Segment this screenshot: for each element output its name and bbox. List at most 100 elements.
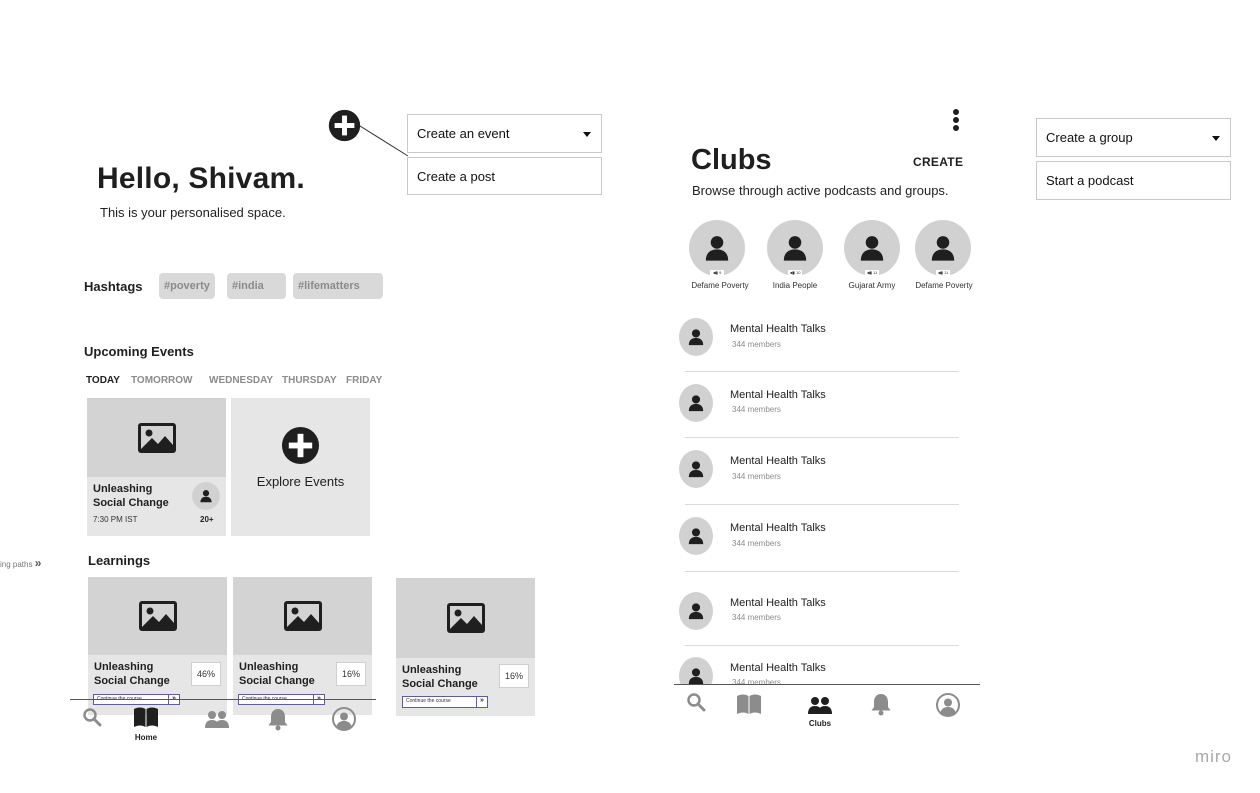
search-icon bbox=[82, 707, 102, 727]
nav-home-button[interactable]: Home bbox=[131, 706, 161, 742]
row-divider bbox=[685, 571, 959, 572]
day-tab-today[interactable]: TODAY bbox=[86, 375, 120, 386]
group-row[interactable]: Mental Health Talks 344 members bbox=[679, 657, 969, 687]
learning-paths-label: ing paths bbox=[0, 560, 33, 569]
group-name: Mental Health Talks bbox=[730, 389, 826, 401]
story-avatar bbox=[767, 220, 823, 276]
day-tab-wednesday[interactable]: WEDNESDAY bbox=[209, 375, 273, 386]
group-members: 344 members bbox=[732, 340, 781, 349]
group-row[interactable]: Mental Health Talks 344 members bbox=[679, 592, 969, 648]
hashtag-chip[interactable]: #india bbox=[227, 273, 286, 299]
start-podcast-option[interactable]: Start a podcast bbox=[1036, 161, 1231, 200]
group-avatar bbox=[679, 384, 713, 422]
nav-clubs-button[interactable]: Clubs bbox=[805, 696, 835, 728]
course-title: Unleashing Social Change bbox=[239, 661, 315, 687]
chevron-down-icon bbox=[1212, 135, 1220, 141]
explore-events-card[interactable]: Explore Events bbox=[231, 398, 370, 536]
connector-line bbox=[359, 125, 409, 157]
row-divider bbox=[685, 371, 959, 372]
continue-course-button[interactable]: Continue the course » bbox=[402, 696, 488, 708]
person-icon bbox=[858, 234, 886, 262]
group-row[interactable]: Mental Health Talks 344 members bbox=[679, 450, 969, 506]
upcoming-events-label: Upcoming Events bbox=[84, 344, 194, 359]
hashtag-chip[interactable]: #lifematters bbox=[293, 273, 383, 299]
event-image bbox=[87, 398, 226, 477]
club-story[interactable]: ◀▮ 11 Defame Poverty bbox=[904, 220, 984, 290]
group-row[interactable]: Mental Health Talks 344 members bbox=[679, 384, 969, 440]
story-avatar bbox=[844, 220, 900, 276]
day-tab-thursday[interactable]: THURSDAY bbox=[282, 375, 337, 386]
chevron-down-icon bbox=[583, 131, 591, 137]
group-name: Mental Health Talks bbox=[730, 455, 826, 467]
hashtags-label: Hashtags bbox=[84, 279, 143, 294]
learning-paths-link[interactable]: ing paths » bbox=[0, 556, 41, 570]
event-card[interactable]: Unleashing Social Change 7:30 PM IST 20+ bbox=[87, 398, 226, 536]
nav-notifications-button[interactable] bbox=[267, 707, 289, 736]
add-button[interactable] bbox=[328, 109, 361, 142]
nav-home-button[interactable] bbox=[736, 693, 762, 720]
story-avatar bbox=[689, 220, 745, 276]
person-icon bbox=[687, 602, 705, 620]
story-name: Defame Poverty bbox=[915, 281, 973, 290]
day-tab-tomorrow[interactable]: TOMORROW bbox=[131, 375, 192, 386]
nav-account-button[interactable] bbox=[936, 693, 960, 722]
nav-people-button[interactable] bbox=[204, 710, 230, 735]
group-name: Mental Health Talks bbox=[730, 662, 826, 674]
nav-search-button[interactable] bbox=[82, 707, 102, 732]
person-icon bbox=[781, 234, 809, 262]
group-row[interactable]: Mental Health Talks 344 members bbox=[679, 318, 969, 374]
search-icon bbox=[686, 692, 706, 712]
person-icon bbox=[929, 234, 957, 262]
story-badge: ◀▮ 10 bbox=[788, 270, 802, 276]
group-avatar bbox=[679, 318, 713, 356]
person-icon bbox=[687, 328, 705, 346]
hashtag-chip[interactable]: #poverty bbox=[159, 273, 215, 299]
create-event-label: Create an event bbox=[417, 126, 510, 141]
create-event-option[interactable]: Create an event bbox=[407, 114, 602, 153]
club-story[interactable]: ◀▮ 10 India People bbox=[755, 220, 835, 290]
learning-card[interactable]: Unleashing Social Change 16% Continue th… bbox=[396, 578, 535, 716]
create-group-label: Create a group bbox=[1046, 130, 1133, 145]
create-group-option[interactable]: Create a group bbox=[1036, 118, 1231, 157]
row-divider bbox=[685, 504, 959, 505]
bottom-nav-divider bbox=[674, 684, 980, 685]
nav-account-button[interactable] bbox=[332, 707, 356, 736]
learning-card[interactable]: Unleashing Social Change 16% Continue th… bbox=[233, 577, 372, 715]
image-icon bbox=[138, 600, 178, 632]
course-image bbox=[88, 577, 227, 655]
image-icon bbox=[137, 422, 177, 454]
group-row[interactable]: Mental Health Talks 344 members bbox=[679, 517, 969, 573]
person-icon bbox=[687, 667, 705, 685]
event-time: 7:30 PM IST bbox=[93, 515, 138, 524]
story-avatar bbox=[915, 220, 971, 276]
clubs-subtitle: Browse through active podcasts and group… bbox=[692, 183, 949, 198]
course-title: Unleashing Social Change bbox=[94, 661, 170, 687]
host-avatar bbox=[192, 482, 220, 510]
course-progress: 46% bbox=[191, 662, 221, 686]
bell-icon bbox=[267, 707, 289, 731]
nav-notifications-button[interactable] bbox=[870, 692, 892, 721]
person-icon bbox=[199, 489, 213, 503]
page-title: Hello, Shivam. bbox=[97, 162, 305, 195]
group-name: Mental Health Talks bbox=[730, 323, 826, 335]
course-title: Unleashing Social Change bbox=[402, 664, 478, 690]
create-button[interactable]: CREATE bbox=[913, 155, 963, 169]
nav-clubs-label: Clubs bbox=[808, 719, 832, 728]
learning-card[interactable]: Unleashing Social Change 46% Continue th… bbox=[88, 577, 227, 715]
person-icon bbox=[687, 460, 705, 478]
nav-search-button[interactable] bbox=[686, 692, 706, 717]
group-avatar bbox=[679, 517, 713, 555]
club-story[interactable]: ◀▮ 11 Gujarat Army bbox=[832, 220, 912, 290]
plus-circle-icon bbox=[328, 109, 361, 142]
day-tab-friday[interactable]: FRIDAY bbox=[346, 375, 382, 386]
bottom-nav-divider bbox=[70, 699, 376, 700]
account-icon bbox=[936, 693, 960, 717]
club-story[interactable]: ◀▮ 9 Defame Poverty bbox=[680, 220, 760, 290]
group-members: 344 members bbox=[732, 405, 781, 414]
continue-course-label: Continue the course bbox=[406, 698, 451, 704]
story-name: Defame Poverty bbox=[691, 281, 749, 290]
more-options-button[interactable] bbox=[950, 108, 962, 132]
row-divider bbox=[685, 437, 959, 438]
miro-watermark: miro bbox=[1194, 747, 1232, 766]
create-post-option[interactable]: Create a post bbox=[407, 157, 602, 195]
